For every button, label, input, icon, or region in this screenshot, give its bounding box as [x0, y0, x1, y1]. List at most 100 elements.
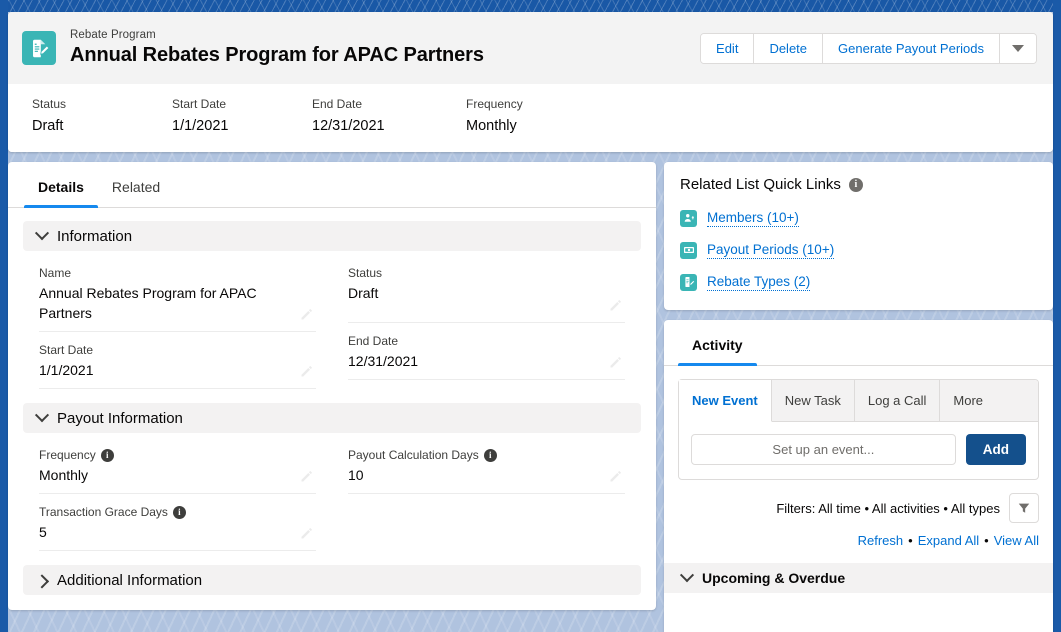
highlight-field-start-date: Start Date 1/1/2021: [172, 96, 312, 137]
field-label: Status: [348, 265, 625, 281]
info-icon[interactable]: i: [483, 448, 497, 462]
quick-link-label[interactable]: Payout Periods (10+): [707, 241, 835, 259]
chevron-down-icon: [34, 226, 50, 241]
quick-link-members[interactable]: Members (10+): [680, 202, 1037, 234]
edit-pencil-icon[interactable]: [299, 526, 314, 541]
highlight-value: 1/1/2021: [172, 118, 229, 134]
expand-all-link[interactable]: Expand All: [918, 533, 979, 548]
chevron-down-icon: [1012, 44, 1024, 52]
field-transaction-grace-days: Transaction Grace Days i 5: [39, 494, 316, 551]
tab-new-task[interactable]: New Task: [772, 380, 855, 421]
field-value: 1/1/2021: [39, 362, 94, 378]
chevron-down-icon: [34, 408, 50, 423]
highlight-field-end-date: End Date 12/31/2021: [312, 96, 466, 137]
field-label-text: Payout Calculation Days: [348, 448, 479, 462]
field-value: 12/31/2021: [348, 353, 419, 369]
field-value: Annual Rebates Program for APAC Partners: [39, 285, 257, 321]
field-payout-calculation-days: Payout Calculation Days i 10: [348, 437, 625, 494]
tab-more[interactable]: More: [940, 380, 1038, 421]
highlight-value: Draft: [32, 118, 64, 134]
field-label: End Date: [348, 333, 625, 349]
field-label: Payout Calculation Days i: [348, 447, 625, 463]
upcoming-and-overdue-section[interactable]: Upcoming & Overdue: [664, 563, 1053, 593]
field-label: Transaction Grace Days i: [39, 504, 316, 520]
info-icon[interactable]: i: [848, 177, 863, 192]
record-tabs: Details Related: [8, 162, 656, 208]
section-title: Information: [57, 227, 133, 245]
edit-pencil-icon[interactable]: [299, 469, 314, 484]
filters-text: Filters: All time • All activities • All…: [776, 500, 1000, 516]
quick-link-label[interactable]: Rebate Types (2): [707, 273, 811, 291]
quick-link-rebate-types[interactable]: Rebate Types (2): [680, 266, 1037, 298]
funnel-icon: [1018, 503, 1030, 513]
page-root: Rebate Program Annual Rebates Program fo…: [0, 0, 1061, 632]
quick-link-payout-periods[interactable]: Payout Periods (10+): [680, 234, 1037, 266]
highlight-value: Monthly: [466, 118, 517, 134]
section-header-payout-information[interactable]: Payout Information: [23, 403, 641, 433]
details-body: Information Name Annual Rebates Program …: [8, 208, 656, 595]
section-title: Additional Information: [57, 571, 203, 589]
tab-related[interactable]: Related: [98, 178, 174, 207]
object-type-label: Rebate Program: [70, 29, 156, 41]
add-button[interactable]: Add: [965, 434, 1026, 465]
field-label-text: End Date: [348, 334, 399, 348]
edit-pencil-icon[interactable]: [299, 364, 314, 379]
refresh-link[interactable]: Refresh: [858, 533, 904, 548]
field-label: Name: [39, 265, 316, 281]
field-label: Start Date: [39, 342, 316, 358]
field-value: 5: [39, 524, 47, 540]
view-all-link[interactable]: View All: [994, 533, 1039, 548]
edit-pencil-icon[interactable]: [608, 469, 623, 484]
section-header-information[interactable]: Information: [23, 221, 641, 251]
chevron-right-icon: [34, 574, 50, 589]
highlight-value: 12/31/2021: [312, 118, 385, 134]
field-label-text: Start Date: [39, 343, 94, 357]
field-label-text: Name: [39, 266, 72, 280]
activity-panel: New Event New Task Log a Call More Add F…: [664, 366, 1053, 593]
tab-details[interactable]: Details: [24, 178, 98, 208]
quick-link-label[interactable]: Members (10+): [707, 209, 799, 227]
information-column-left: Name Annual Rebates Program for APAC Par…: [23, 255, 332, 389]
info-icon[interactable]: i: [100, 448, 114, 462]
event-input[interactable]: [691, 434, 956, 465]
section-header-additional-information[interactable]: Additional Information: [23, 565, 641, 595]
highlight-field-frequency: Frequency Monthly: [466, 96, 606, 137]
field-label: Frequency i: [39, 447, 316, 463]
page-title: Annual Rebates Program for APAC Partners: [70, 44, 484, 66]
field-status: Status Draft: [348, 255, 625, 323]
payout-empty-slot: [348, 494, 625, 542]
composer-tabs: New Event New Task Log a Call More: [679, 380, 1038, 422]
filter-button[interactable]: [1009, 493, 1039, 523]
record-title-group: Rebate Program Annual Rebates Program fo…: [70, 28, 700, 68]
field-end-date: End Date 12/31/2021: [348, 323, 625, 380]
link-separator: •: [908, 533, 913, 548]
tab-log-a-call[interactable]: Log a Call: [855, 380, 941, 421]
activity-filter-row: Filters: All time • All activities • All…: [678, 493, 1039, 523]
payout-column-left: Frequency i Monthly Transaction Grace Da…: [23, 437, 332, 551]
field-value: 10: [348, 467, 364, 483]
document-edit-icon: [22, 31, 56, 65]
info-icon[interactable]: i: [172, 505, 186, 519]
upcoming-label: Upcoming & Overdue: [702, 570, 846, 586]
quick-links-title-row: Related List Quick Links i: [680, 176, 1037, 193]
delete-button[interactable]: Delete: [754, 33, 824, 63]
highlight-fields: Status Draft Start Date 1/1/2021 End Dat…: [8, 84, 1053, 152]
field-label-text: Frequency: [39, 448, 96, 462]
field-name: Name Annual Rebates Program for APAC Par…: [39, 255, 316, 332]
payout-periods-icon: [680, 241, 697, 259]
edit-pencil-icon[interactable]: [608, 298, 623, 313]
more-actions-button[interactable]: [1000, 33, 1036, 63]
right-edge-strip: [1053, 0, 1061, 632]
related-list-quick-links-card: Related List Quick Links i Members (10+): [664, 162, 1053, 310]
chevron-down-icon: [679, 568, 695, 583]
highlight-label: End Date: [312, 97, 363, 111]
field-label-text: Status: [348, 266, 383, 280]
edit-pencil-icon[interactable]: [299, 307, 314, 322]
tab-activity[interactable]: Activity: [678, 336, 757, 366]
tab-new-event[interactable]: New Event: [679, 380, 772, 422]
generate-payout-periods-button[interactable]: Generate Payout Periods: [823, 33, 1000, 63]
edit-button[interactable]: Edit: [701, 33, 755, 63]
edit-pencil-icon[interactable]: [608, 355, 623, 370]
information-column-right: Status Draft End Date 12/31/2021: [332, 255, 641, 389]
highlights-panel: Rebate Program Annual Rebates Program fo…: [8, 12, 1053, 152]
